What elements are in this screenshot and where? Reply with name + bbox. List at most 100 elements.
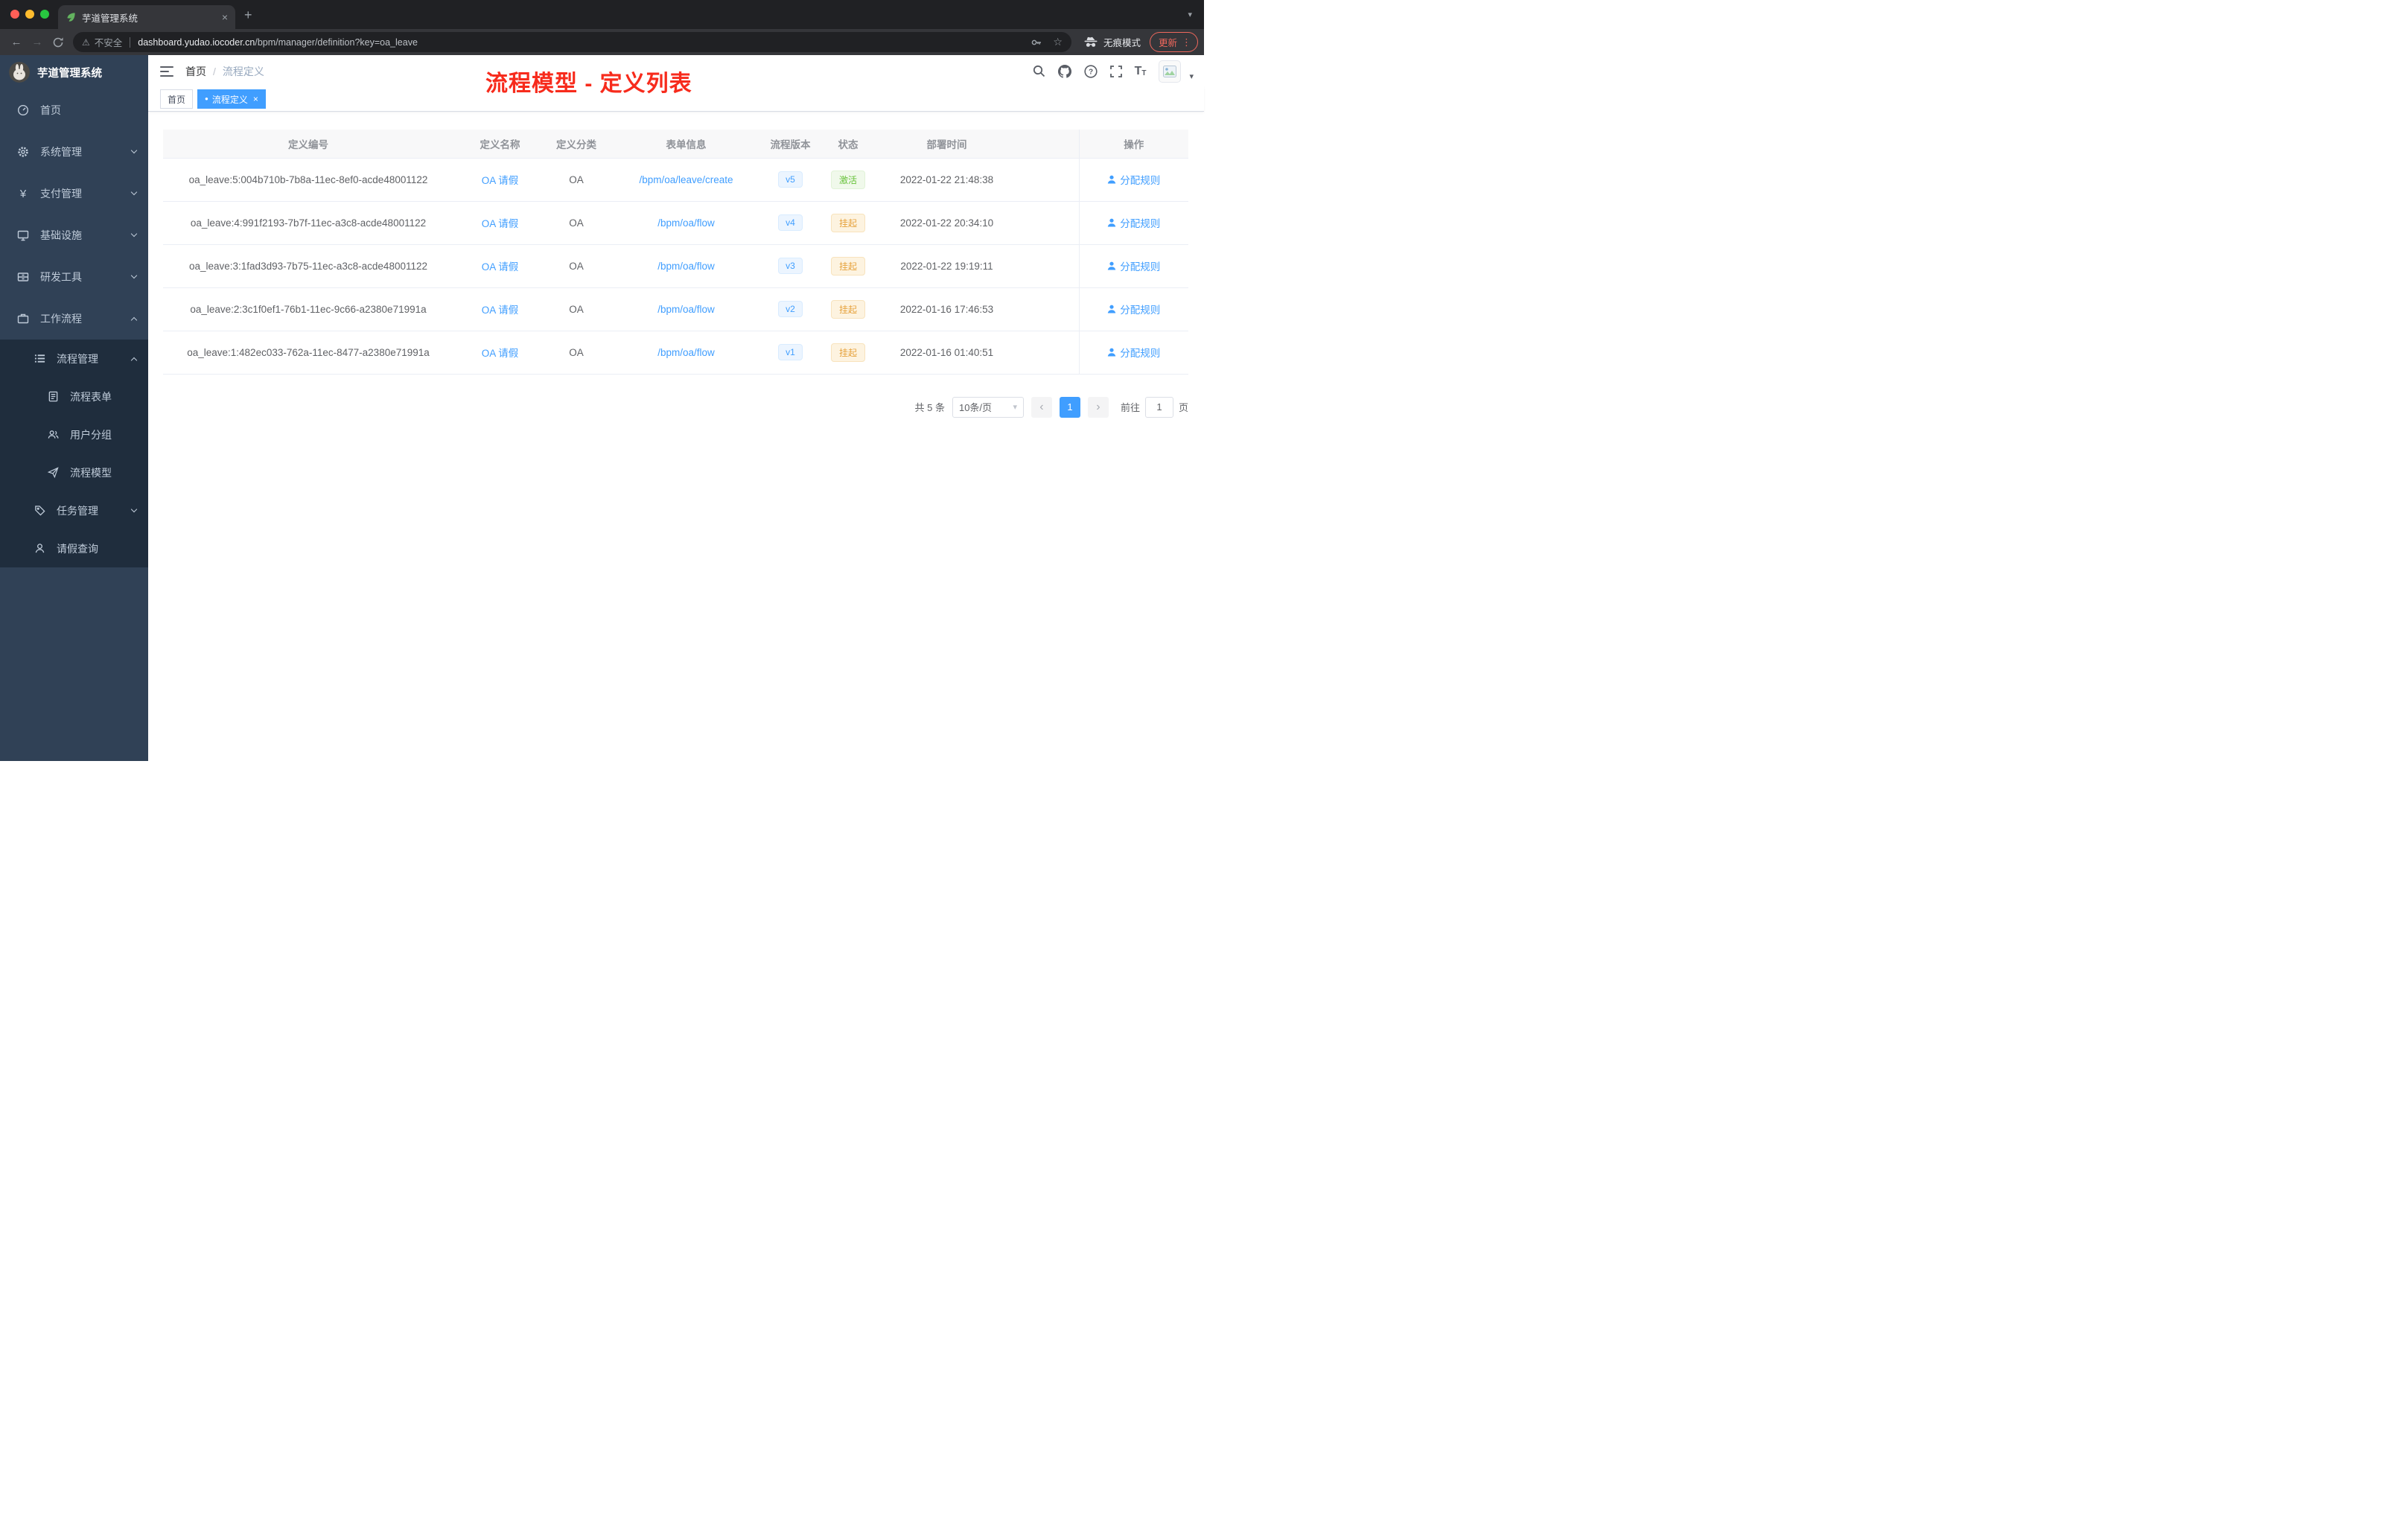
assign-rule-link[interactable]: 分配规则 (1107, 345, 1160, 360)
table-row: oa_leave:4:991f2193-7b7f-11ec-a3c8-acde4… (163, 201, 1188, 245)
prev-page-button[interactable]: ‹ (1031, 396, 1052, 418)
sidebar-item-infrastructure[interactable]: 基础设施 (0, 214, 148, 256)
goto-page-input[interactable] (1144, 396, 1173, 418)
sidebar-item-payment[interactable]: ¥ 支付管理 (0, 173, 148, 214)
sidebar-logo: 芋道管理系统 (0, 55, 148, 89)
font-size-icon[interactable]: TT (1135, 65, 1147, 77)
incognito-icon (1083, 36, 1098, 48)
next-page-button[interactable]: › (1087, 396, 1109, 418)
github-icon[interactable] (1057, 64, 1071, 78)
col-process-version: 流程版本 (766, 130, 815, 159)
cell-deploy-time: 2022-01-16 01:40:51 (882, 331, 1012, 375)
definition-name-link[interactable]: OA 请假 (482, 218, 519, 229)
cell-spacer (1012, 158, 1079, 202)
col-definition-id: 定义编号 (163, 130, 453, 159)
sidebar-item-system[interactable]: 系统管理 (0, 131, 148, 173)
reload-icon[interactable] (48, 33, 69, 52)
assign-rule-label: 分配规则 (1120, 175, 1161, 186)
form-link[interactable]: /bpm/oa/flow (657, 304, 715, 315)
assign-rule-link[interactable]: 分配规则 (1107, 302, 1160, 316)
assign-rule-link[interactable]: 分配规则 (1107, 258, 1160, 273)
status-badge: 挂起 (830, 299, 865, 319)
sidebar-item-label: 系统管理 (40, 146, 82, 158)
cell-deploy-time: 2022-01-22 21:48:38 (882, 158, 1012, 202)
sidebar-item-leave-query[interactable]: 请假查询 (0, 529, 148, 567)
forward-icon[interactable]: → (27, 33, 48, 52)
assign-rule-label: 分配规则 (1120, 218, 1161, 229)
sidebar-item-process-form[interactable]: 流程表单 (0, 378, 148, 415)
tab-close-icon[interactable]: × (222, 12, 228, 22)
breadcrumb-home[interactable]: 首页 (185, 64, 206, 79)
sidebar-item-process-model[interactable]: 流程模型 (0, 453, 148, 491)
definition-name-link[interactable]: OA 请假 (482, 348, 519, 359)
tag-process-definition[interactable]: ● 流程定义 × (197, 89, 266, 109)
sidebar-item-process-management[interactable]: 流程管理 (0, 340, 148, 378)
definition-name-link[interactable]: OA 请假 (482, 261, 519, 273)
cell-deploy-time: 2022-01-22 20:34:10 (882, 201, 1012, 245)
main-area: 流程模型 - 定义列表 首页 / 流程定义 ? T T ▾ 首页 ● 流程定义 … (148, 55, 1204, 761)
chrome-update-button[interactable]: 更新 ⋮ (1149, 32, 1198, 52)
tag-close-icon[interactable]: × (253, 95, 258, 104)
status-badge: 激活 (830, 170, 865, 189)
chevron-up-icon (130, 357, 138, 363)
password-key-icon[interactable] (1031, 36, 1042, 48)
favicon-leaf-icon (66, 12, 76, 22)
form-link[interactable]: /bpm/oa/flow (657, 261, 715, 272)
help-icon[interactable]: ? (1083, 64, 1098, 78)
active-dot-icon: ● (205, 95, 208, 102)
form-link[interactable]: /bpm/oa/flow (657, 217, 715, 229)
monitor-icon (16, 229, 30, 241)
page-size-value: 10条/页 (958, 402, 993, 413)
version-badge: v2 (778, 301, 803, 317)
assign-rule-link[interactable]: 分配规则 (1107, 215, 1160, 230)
back-icon[interactable]: ← (6, 33, 27, 52)
goto-label: 前往 (1120, 402, 1140, 413)
sidebar-item-label: 支付管理 (40, 188, 82, 200)
definition-name-link[interactable]: OA 请假 (482, 305, 519, 316)
page-size-select[interactable]: 10条/页 ▾ (952, 396, 1024, 418)
tag-icon (33, 505, 46, 516)
bookmark-star-icon[interactable]: ☆ (1053, 36, 1063, 48)
cell-spacer (1012, 287, 1079, 331)
sidebar-item-label: 工作流程 (40, 313, 82, 325)
avatar-dropdown-caret-icon[interactable]: ▾ (1189, 71, 1194, 81)
update-label: 更新 (1158, 38, 1177, 48)
avatar[interactable] (1159, 60, 1182, 83)
toolbox-icon (16, 271, 30, 283)
annotation-text: 流程模型 - 定义列表 (485, 71, 692, 96)
sidebar-item-workflow[interactable]: 工作流程 (0, 298, 148, 340)
sidebar-item-user-group[interactable]: 用户分组 (0, 415, 148, 453)
cell-spacer (1012, 331, 1079, 375)
sidebar-item-task-management[interactable]: 任务管理 (0, 491, 148, 529)
app-title: 芋道管理系统 (37, 67, 102, 80)
tab-search-icon[interactable]: ▾ (1188, 10, 1192, 19)
window-controls (10, 10, 49, 19)
form-link[interactable]: /bpm/oa/leave/create (639, 174, 733, 185)
browser-menu-icon[interactable]: ⋮ (1182, 36, 1191, 48)
sidebar-item-home[interactable]: 首页 (0, 89, 148, 131)
sidebar-item-label: 流程表单 (70, 390, 112, 403)
window-close-button[interactable] (10, 10, 19, 19)
tab-title: 芋道管理系统 (82, 13, 138, 24)
page-number-button[interactable]: 1 (1059, 396, 1080, 418)
assign-rule-label: 分配规则 (1120, 348, 1161, 359)
fullscreen-icon[interactable] (1109, 65, 1122, 77)
tag-home[interactable]: 首页 (160, 89, 194, 109)
new-tab-button[interactable]: + (244, 7, 252, 23)
search-icon[interactable] (1033, 65, 1045, 77)
person-icon (1108, 305, 1116, 313)
sidebar-item-label: 首页 (40, 104, 61, 116)
window-minimize-button[interactable] (25, 10, 34, 19)
window-zoom-button[interactable] (40, 10, 49, 19)
address-bar[interactable]: ⚠ 不安全 dashboard.yudao.iocoder.cn/bpm/man… (73, 32, 1071, 52)
hamburger-icon[interactable] (160, 66, 173, 77)
pagination: 共 5 条 10条/页 ▾ ‹ 1 › 前往 页 (163, 396, 1188, 418)
chevron-up-icon (130, 316, 138, 324)
sidebar-item-devtools[interactable]: 研发工具 (0, 256, 148, 298)
logo-avatar (9, 62, 30, 83)
definition-name-link[interactable]: OA 请假 (482, 175, 519, 186)
col-definition-name: 定义名称 (453, 130, 547, 159)
browser-tab[interactable]: 芋道管理系统 × (58, 5, 235, 29)
form-link[interactable]: /bpm/oa/flow (657, 347, 715, 358)
assign-rule-link[interactable]: 分配规则 (1107, 172, 1160, 187)
